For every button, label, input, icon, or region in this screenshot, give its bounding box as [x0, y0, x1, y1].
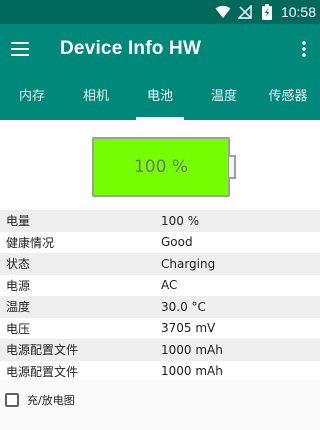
more-vert-icon — [302, 41, 306, 57]
info-row-power-source: 电源 AC — [0, 275, 320, 297]
info-key: 电量 — [6, 214, 31, 229]
info-value: Charging — [161, 256, 216, 271]
info-key: 电源 — [6, 278, 31, 293]
hamburger-icon — [11, 42, 29, 56]
battery-info-table: 电量 100 % 健康情况 Good 状态 Charging 电源 AC 温度 … — [0, 210, 320, 382]
status-icons: 10:58 — [215, 0, 320, 24]
tab-temperature[interactable]: 温度 — [192, 74, 256, 120]
info-row-health: 健康情况 Good — [0, 232, 320, 254]
status-bar: 10:58 — [0, 0, 320, 24]
info-value: 1000 mAh — [161, 342, 223, 357]
tab-memory[interactable]: 内存 — [0, 74, 64, 120]
charge-graph-option: 充/放电图 — [5, 391, 75, 409]
info-row-voltage: 电压 3705 mV — [0, 318, 320, 340]
info-key: 状态 — [6, 257, 31, 272]
menu-button[interactable] — [6, 35, 34, 63]
tab-battery[interactable]: 电池 — [128, 74, 192, 120]
wifi-icon — [215, 4, 231, 20]
no-signal-icon — [237, 4, 253, 20]
app-bar: Device Info HW — [0, 24, 320, 74]
charge-graph-label: 充/放电图 — [27, 394, 75, 407]
tab-camera[interactable]: 相机 — [64, 74, 128, 120]
info-key: 健康情况 — [6, 235, 55, 250]
overflow-menu-button[interactable] — [294, 35, 314, 63]
battery-charging-icon — [259, 4, 275, 20]
info-row-power-profile: 电源配置文件 1000 mAh — [0, 339, 320, 361]
info-row-temperature: 温度 30.0 °C — [0, 296, 320, 318]
info-key: 电压 — [6, 321, 31, 336]
info-key: 温度 — [6, 300, 31, 315]
info-value: Good — [161, 235, 193, 250]
info-value: 30.0 °C — [161, 299, 206, 314]
app-title: Device Info HW — [60, 38, 202, 59]
tab-sensors[interactable]: 传感器 — [256, 74, 320, 120]
info-row-power-profile-2: 电源配置文件 1000 mAh — [0, 361, 320, 383]
info-value: 100 % — [161, 213, 200, 228]
tab-bar: 内存 相机 电池 温度 传感器 — [0, 74, 320, 120]
battery-cap — [229, 155, 236, 179]
info-row-level: 电量 100 % — [0, 210, 320, 232]
info-key: 电源配置文件 — [6, 364, 79, 379]
info-row-status: 状态 Charging — [0, 253, 320, 275]
info-key: 电源配置文件 — [6, 343, 79, 358]
info-value: 1000 mAh — [161, 364, 223, 379]
battery-level-text: 100 % — [133, 157, 188, 177]
clock: 10:58 — [280, 4, 316, 20]
info-value: 3705 mV — [161, 321, 216, 336]
charge-graph-checkbox[interactable] — [5, 393, 19, 407]
battery-graphic: 100 % — [92, 137, 230, 197]
info-value: AC — [161, 278, 178, 293]
